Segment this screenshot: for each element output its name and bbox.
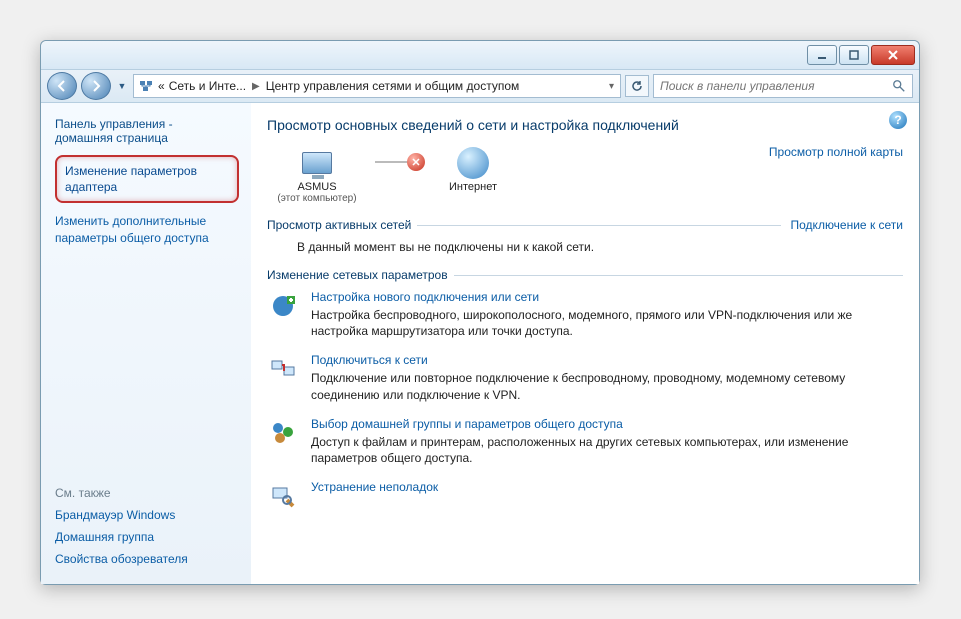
new-connection-icon [267, 290, 299, 322]
change-settings-header: Изменение сетевых параметров [267, 268, 448, 282]
troubleshoot-icon [267, 480, 299, 512]
node-internet[interactable]: Интернет [423, 145, 523, 193]
address-bar-row: ▼ « Сеть и Инте... ▶ Центр управления се… [41, 69, 919, 103]
main-panel: ? Просмотр основных сведений о сети и на… [251, 103, 919, 584]
see-also-homegroup[interactable]: Домашняя группа [55, 530, 239, 544]
breadcrumb-item-2[interactable]: Центр управления сетями и общим доступом [266, 79, 520, 93]
address-dropdown[interactable]: ▾ [607, 81, 616, 92]
breadcrumb-item-1[interactable]: Сеть и Инте... [169, 79, 246, 93]
address-box[interactable]: « Сеть и Инте... ▶ Центр управления сетя… [133, 74, 621, 98]
option-connect-network[interactable]: Подключиться к сети Подключение или повт… [267, 353, 903, 402]
sidebar-link-advanced-sharing[interactable]: Изменить дополнительные параметры общего… [55, 213, 239, 245]
search-box[interactable] [653, 74, 913, 98]
active-networks-header: Просмотр активных сетей [267, 218, 411, 232]
sidebar: Панель управления - домашняя страница Из… [41, 103, 251, 584]
sidebar-link-adapter-settings[interactable]: Изменение параметров адаптера [55, 155, 239, 203]
refresh-button[interactable] [625, 75, 649, 97]
back-button[interactable] [47, 72, 77, 100]
chevron-right-icon: ▶ [250, 81, 262, 92]
see-also-header: См. также [55, 486, 239, 500]
homegroup-icon [267, 417, 299, 449]
page-title: Просмотр основных сведений о сети и наст… [267, 117, 903, 133]
full-map-link[interactable]: Просмотр полной карты [769, 145, 903, 159]
option-new-connection[interactable]: Настройка нового подключения или сети На… [267, 290, 903, 339]
content-body: Панель управления - домашняя страница Из… [41, 103, 919, 584]
change-settings-section: Изменение сетевых параметров Настройка н… [267, 268, 903, 512]
recent-dropdown[interactable]: ▼ [115, 76, 129, 96]
see-also-internet-options[interactable]: Свойства обозревателя [55, 552, 239, 566]
sidebar-home-link[interactable]: Панель управления - домашняя страница [55, 117, 239, 145]
node-this-pc[interactable]: ASMUS (этот компьютер) [267, 145, 367, 204]
see-also-section: См. также Брандмауэр Windows Домашняя гр… [55, 486, 239, 574]
active-networks-section: Просмотр активных сетей Подключение к се… [267, 218, 903, 254]
help-icon[interactable]: ? [889, 111, 907, 129]
titlebar [41, 41, 919, 69]
window: ▼ « Сеть и Инте... ▶ Центр управления се… [40, 40, 920, 585]
search-input[interactable] [660, 79, 888, 93]
connect-network-icon [267, 353, 299, 385]
minimize-button[interactable] [807, 45, 837, 65]
network-center-icon [138, 78, 154, 94]
forward-button[interactable] [81, 72, 111, 100]
connection-line: ✕ [375, 161, 415, 163]
search-icon [892, 79, 906, 93]
globe-icon [455, 145, 491, 181]
see-also-firewall[interactable]: Брандмауэр Windows [55, 508, 239, 522]
option-homegroup-sharing[interactable]: Выбор домашней группы и параметров общег… [267, 417, 903, 466]
computer-icon [299, 145, 335, 181]
network-map-strip: ASMUS (этот компьютер) ✕ Интернет Просмо… [267, 145, 903, 204]
maximize-button[interactable] [839, 45, 869, 65]
connection-error-icon: ✕ [407, 153, 425, 171]
close-button[interactable] [871, 45, 915, 65]
connect-to-network-link[interactable]: Подключение к сети [791, 218, 903, 232]
option-troubleshoot[interactable]: Устранение неполадок [267, 480, 903, 512]
active-networks-body: В данный момент вы не подключены ни к ка… [267, 232, 903, 254]
breadcrumb-root-hint: « [158, 79, 165, 93]
